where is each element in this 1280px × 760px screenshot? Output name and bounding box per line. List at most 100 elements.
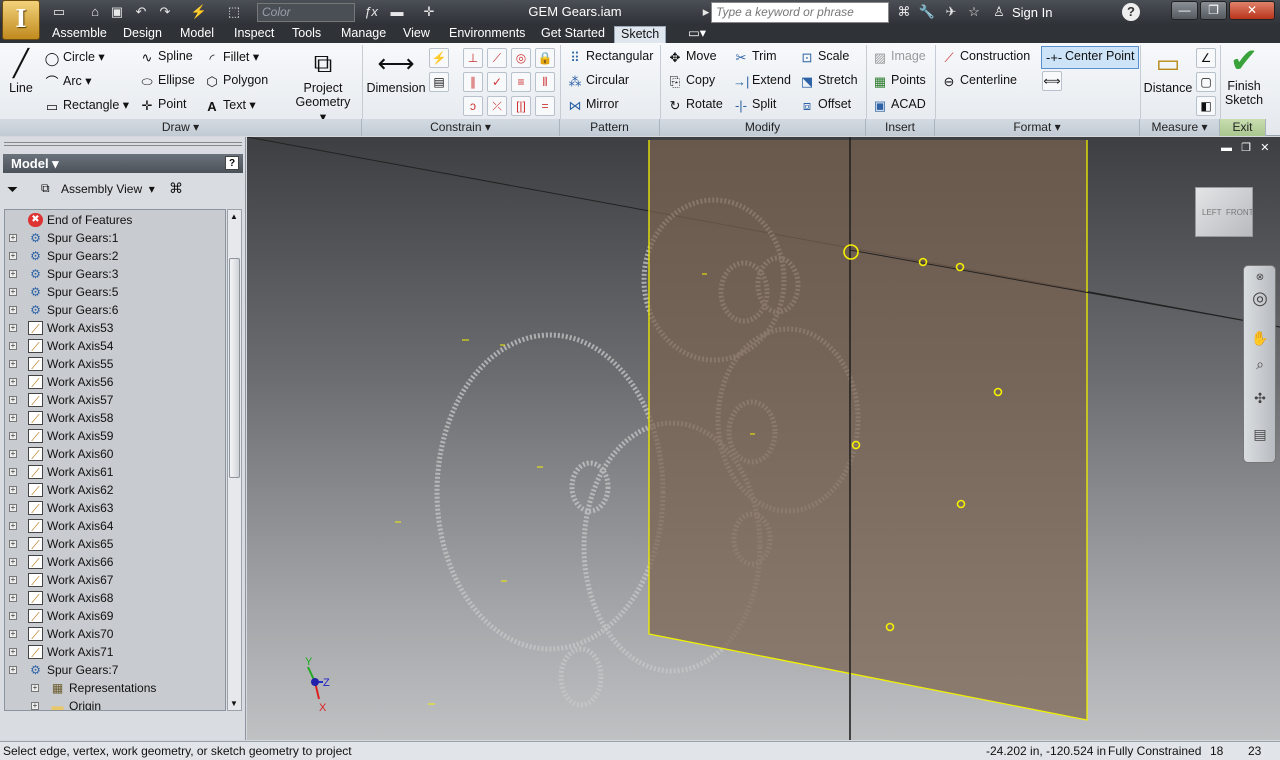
tab-design[interactable]: Design bbox=[121, 26, 164, 43]
tab-environments[interactable]: Environments bbox=[447, 26, 527, 43]
expand-toggle-icon[interactable]: + bbox=[9, 450, 17, 458]
expand-toggle-icon[interactable]: + bbox=[9, 270, 17, 278]
project-geometry-button[interactable]: ⧉ Project Geometry ▾ bbox=[291, 47, 355, 124]
help-icon[interactable]: ? bbox=[1122, 3, 1140, 21]
browser-help-icon[interactable]: ? bbox=[225, 156, 239, 170]
scroll-down-icon[interactable]: ▼ bbox=[230, 699, 238, 708]
tree-node[interactable]: + ⚙ Spur Gears:2 bbox=[5, 247, 225, 265]
expand-toggle-icon[interactable]: + bbox=[9, 612, 17, 620]
auto-dimension-icon[interactable]: ⚡ bbox=[429, 48, 449, 68]
expand-toggle-icon[interactable]: + bbox=[9, 504, 17, 512]
sketch-canvas[interactable]: Y Z X bbox=[247, 137, 1280, 740]
tree-node[interactable]: + ⟋ Work Axis64 bbox=[5, 517, 225, 535]
tree-node[interactable]: + ⟋ Work Axis62 bbox=[5, 481, 225, 499]
expand-toggle-icon[interactable]: + bbox=[9, 342, 17, 350]
tab-sketch[interactable]: Sketch bbox=[614, 26, 667, 43]
tab-model[interactable]: Model bbox=[178, 26, 216, 43]
tab-manage[interactable]: Manage bbox=[339, 26, 388, 43]
tree-node[interactable]: + ⟋ Work Axis65 bbox=[5, 535, 225, 553]
expand-toggle-icon[interactable]: + bbox=[9, 486, 17, 494]
search-input[interactable]: Type a keyword or phrase bbox=[711, 2, 889, 23]
expand-toggle-icon[interactable]: + bbox=[9, 378, 17, 386]
scroll-up-icon[interactable]: ▲ bbox=[230, 212, 238, 221]
tree-node[interactable]: + ⚙ Spur Gears:5 bbox=[5, 283, 225, 301]
expand-toggle-icon[interactable]: + bbox=[9, 396, 17, 404]
text-button[interactable]: A Text ▾ bbox=[204, 97, 255, 115]
scale-button[interactable]: ⊡ Scale bbox=[799, 49, 850, 66]
minimize-button[interactable]: — bbox=[1171, 1, 1198, 20]
offset-button[interactable]: ⧈ Offset bbox=[799, 97, 851, 114]
circle-button[interactable]: ◯ Circle ▾ bbox=[44, 49, 105, 67]
expand-toggle-icon[interactable]: + bbox=[9, 288, 17, 296]
close-button[interactable]: ✕ bbox=[1229, 1, 1275, 20]
zoom-icon[interactable]: ⌕ bbox=[1250, 354, 1270, 374]
expand-toggle-icon[interactable]: + bbox=[9, 540, 17, 548]
tree-node[interactable]: + ⟋ Work Axis68 bbox=[5, 589, 225, 607]
expand-toggle-icon[interactable]: + bbox=[9, 630, 17, 638]
tree-node[interactable]: + ⟋ Work Axis57 bbox=[5, 391, 225, 409]
expand-toggle-icon[interactable]: + bbox=[9, 324, 17, 332]
steering-wheel-icon[interactable]: ◎ bbox=[1250, 288, 1270, 308]
satellite-icon[interactable]: ✈ bbox=[942, 3, 960, 21]
vertical-icon[interactable]: ⦀ bbox=[535, 72, 555, 92]
viewcube-front-face[interactable]: FRONT bbox=[1226, 208, 1254, 217]
expand-toggle-icon[interactable]: + bbox=[9, 306, 17, 314]
panel-draw-label[interactable]: Draw ▾ bbox=[0, 119, 362, 136]
tab-view[interactable]: View bbox=[401, 26, 432, 43]
tree-node[interactable]: + ⟋ Work Axis70 bbox=[5, 625, 225, 643]
finish-sketch-button[interactable]: ✔ Finish Sketch bbox=[1223, 44, 1265, 107]
coincident-icon[interactable]: ✓ bbox=[487, 72, 507, 92]
split-button[interactable]: -|- Split bbox=[733, 97, 776, 114]
redo-icon[interactable]: ↷ bbox=[156, 3, 174, 21]
expand-toggle-icon[interactable]: + bbox=[9, 360, 17, 368]
arc-button[interactable]: ⌒ Arc ▾ bbox=[44, 73, 91, 91]
sketch-plane[interactable] bbox=[649, 140, 1087, 720]
measure-area-icon[interactable]: ◧ bbox=[1196, 96, 1216, 116]
viewport-close-icon[interactable]: ✕ bbox=[1260, 142, 1269, 154]
tree-node[interactable]: + ⟋ Work Axis54 bbox=[5, 337, 225, 355]
open-icon[interactable]: ⌂ bbox=[86, 3, 104, 21]
tree-node[interactable]: + ⟋ Work Axis60 bbox=[5, 445, 225, 463]
points-button[interactable]: ▦ Points bbox=[872, 73, 926, 90]
construction-button[interactable]: ⟋ Construction bbox=[941, 49, 1030, 66]
expand-toggle-icon[interactable]: + bbox=[31, 684, 39, 692]
tab-get-started[interactable]: Get Started bbox=[539, 26, 607, 43]
acad-button[interactable]: ▣ ACAD bbox=[872, 97, 926, 114]
tree-node[interactable]: + ⟋ Work Axis55 bbox=[5, 355, 225, 373]
star-icon[interactable]: ☆ bbox=[965, 3, 983, 21]
viewport-minimize-icon[interactable]: ▬ bbox=[1221, 142, 1232, 154]
tree-node[interactable]: + ⟋ Work Axis61 bbox=[5, 463, 225, 481]
rotate-button[interactable]: ↻ Rotate bbox=[667, 97, 723, 114]
scrollbar-thumb[interactable] bbox=[229, 258, 240, 478]
polygon-button[interactable]: ⬡ Polygon bbox=[204, 73, 268, 90]
new-icon[interactable]: ▭ bbox=[50, 3, 68, 21]
center-point-button[interactable]: -+- Center Point bbox=[1041, 46, 1140, 69]
tab-inspect[interactable]: Inspect bbox=[232, 26, 276, 43]
expand-toggle-icon[interactable]: + bbox=[9, 666, 17, 674]
fx-icon[interactable]: ƒx bbox=[362, 3, 380, 21]
circular-pattern-button[interactable]: ⁂ Circular bbox=[567, 73, 630, 90]
tree-node[interactable]: + ⟋ Work Axis67 bbox=[5, 571, 225, 589]
tools-icon[interactable]: 🔧 bbox=[918, 3, 936, 21]
concentric-icon[interactable]: ◎ bbox=[511, 48, 531, 68]
tree-node[interactable]: + ⟋ Work Axis59 bbox=[5, 427, 225, 445]
navbar-close-icon[interactable]: ⊗ bbox=[1250, 268, 1270, 288]
show-constraints-icon[interactable]: ▤ bbox=[429, 72, 449, 92]
tree-node[interactable]: + ▬ Origin bbox=[5, 697, 225, 710]
tree-node[interactable]: + ▦ Representations bbox=[5, 679, 225, 697]
restore-button[interactable]: ❐ bbox=[1200, 1, 1227, 20]
user-icon[interactable]: ♙ bbox=[990, 3, 1008, 21]
tree-node[interactable]: + ⟋ Work Axis53 bbox=[5, 319, 225, 337]
ellipse-button[interactable]: ⬭ Ellipse bbox=[139, 73, 194, 90]
tree-node[interactable]: + ⟋ Work Axis66 bbox=[5, 553, 225, 571]
distance-button[interactable]: ▭ Distance bbox=[1143, 47, 1193, 95]
expand-toggle-icon[interactable]: + bbox=[9, 468, 17, 476]
tab-assemble[interactable]: Assemble bbox=[50, 26, 109, 43]
fillet-button[interactable]: ◜ Fillet ▾ bbox=[204, 49, 259, 67]
image-button[interactable]: ▨ Image bbox=[872, 49, 926, 66]
look-at-icon[interactable]: ▤ bbox=[1250, 424, 1270, 444]
symmetric-icon[interactable]: [|] bbox=[511, 96, 531, 116]
tab-tools[interactable]: Tools bbox=[290, 26, 323, 43]
viewcube[interactable]: LEFT FRONT bbox=[1195, 187, 1254, 237]
find-binoculars-icon[interactable]: ⌘ bbox=[169, 180, 183, 197]
